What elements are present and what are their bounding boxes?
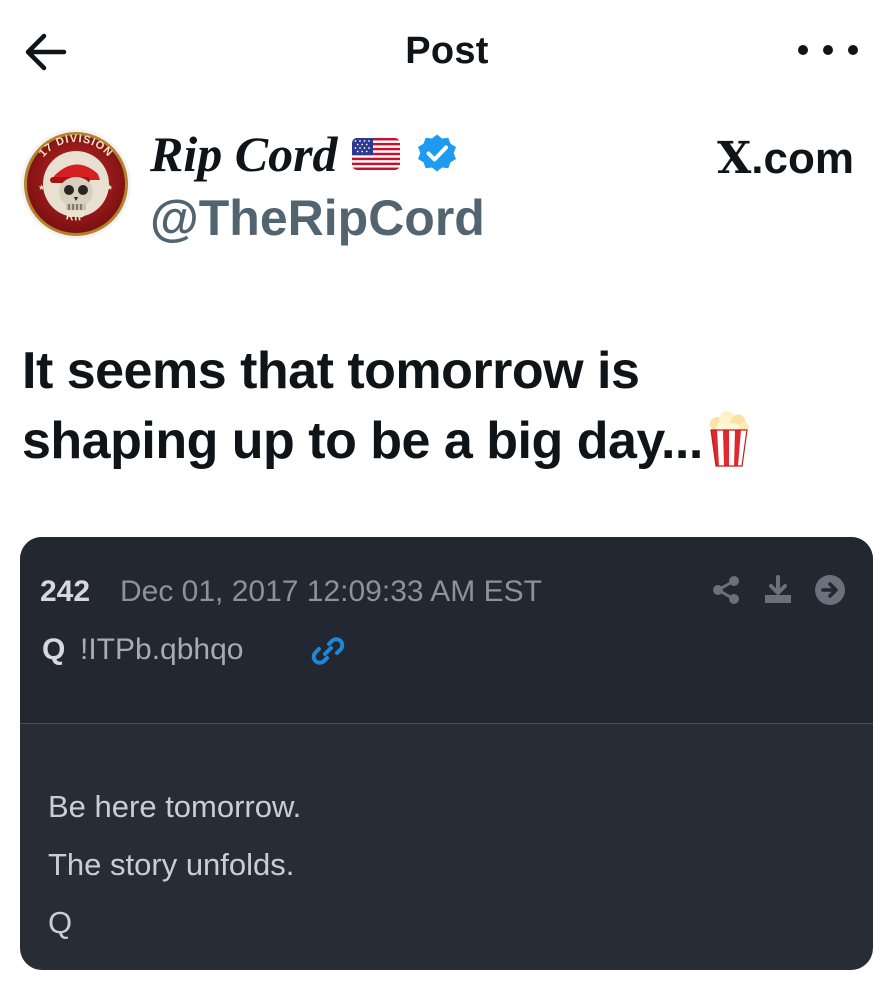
avatar-bottom-text: RIP (65, 210, 86, 223)
avatar[interactable]: 17 DIVISION RIP ★ ★ (20, 128, 132, 240)
message-line: Be here tomorrow. (48, 789, 302, 824)
author-handle[interactable]: @TheRipCord (150, 190, 485, 246)
post-text-line: shaping up to be a big day... (22, 412, 703, 470)
share-icon (713, 576, 739, 604)
card-message: Be here tomorrow. The story unfolds. Q (48, 787, 301, 961)
card-actions (691, 573, 847, 607)
more-dot (848, 45, 858, 55)
more-dot (823, 45, 833, 55)
us-flag-icon (351, 138, 400, 170)
post-date: Dec 01, 2017 12:09:33 AM EST (120, 575, 542, 608)
download-icon (765, 575, 791, 603)
message-line: The story unfolds. (48, 847, 295, 882)
x-logo-glyph: X (717, 133, 752, 184)
svg-text:★: ★ (38, 183, 45, 192)
svg-text:★: ★ (106, 183, 113, 192)
share-button[interactable] (709, 573, 743, 607)
link-icon[interactable] (310, 633, 346, 669)
open-button[interactable] (813, 573, 847, 607)
display-name-text: Rip Cord (150, 126, 338, 182)
arrow-right-circle-icon (815, 575, 845, 605)
svg-text:RIP: RIP (65, 210, 87, 223)
post-text: It seems that tomorrow is shaping up to … (22, 336, 872, 476)
poster-name: Q (42, 633, 66, 666)
display-name[interactable]: Rip Cord (150, 126, 458, 182)
source-domain-suffix: .com (751, 134, 854, 183)
post-text-line-2: shaping up to be a big day... (22, 406, 872, 476)
message-line: Q (48, 905, 73, 940)
download-button[interactable] (761, 573, 795, 607)
embedded-image-card[interactable]: 242 Dec 01, 2017 12:09:33 AM EST Q !ITPb… (20, 537, 873, 970)
page-title: Post (405, 30, 489, 72)
verified-badge-icon (417, 134, 456, 172)
author-header: 17 DIVISION RIP ★ ★ Rip Cord @TheRipCord… (0, 120, 894, 260)
post-page: Post 17 DIVISION RIP ★ ★ Rip Cord @TheRi… (0, 0, 894, 1000)
source-label: X.com (717, 134, 854, 184)
more-options-button[interactable] (798, 36, 858, 64)
top-navigation-bar: Post (0, 0, 894, 100)
post-text-line: It seems that tomorrow is (22, 342, 640, 400)
more-horizontal-icon (798, 45, 808, 55)
card-header: 242 Dec 01, 2017 12:09:33 AM EST Q !ITPb… (20, 537, 873, 724)
popcorn-icon (709, 411, 749, 467)
tripcode: !ITPb.qbhqo (80, 633, 244, 666)
post-number: 242 (40, 575, 91, 608)
